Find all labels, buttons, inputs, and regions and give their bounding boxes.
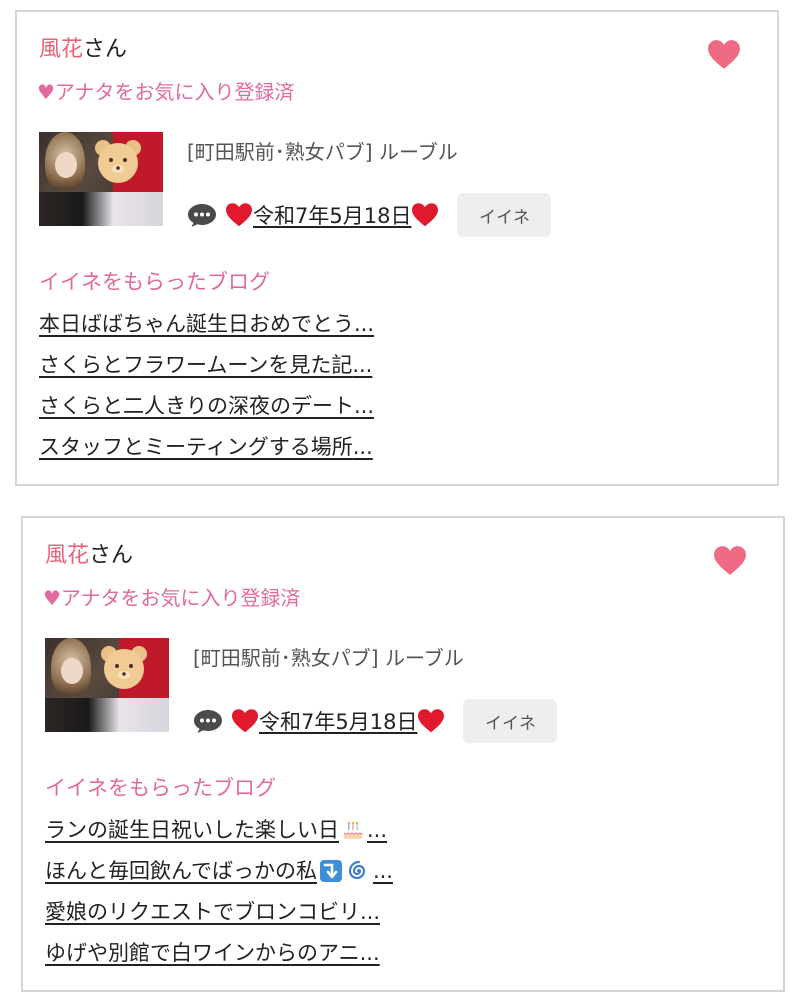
post-title-link[interactable]: 令和7年5月18日 bbox=[225, 200, 439, 230]
user-name-line: 風花さん bbox=[45, 542, 133, 570]
list-item: ランの誕生日祝いした楽しい日... bbox=[45, 816, 393, 857]
blog-link[interactable]: スタッフとミーティングする場所... bbox=[39, 433, 373, 461]
cyclone-icon bbox=[348, 860, 366, 880]
post-title-text: 令和7年5月18日 bbox=[253, 204, 412, 228]
favorite-card: 風花さん ♥アナタをお気に入り登録済 [町田駅前･熟女パブ] ルーブル 令和7年… bbox=[15, 10, 779, 486]
honorific: さん bbox=[83, 37, 128, 62]
blog-link[interactable]: ランの誕生日祝いした楽しい日... bbox=[45, 816, 387, 844]
list-item: 本日ばばちゃん誕生日おめでとう... bbox=[39, 310, 374, 351]
blog-link[interactable]: さくらとフラワームーンを見た記... bbox=[39, 351, 372, 379]
user-name[interactable]: 風花 bbox=[45, 543, 89, 568]
post-row: 令和7年5月18日 イイネ bbox=[193, 699, 558, 743]
list-item: ほんと毎回飲んでばっかの私... bbox=[45, 857, 393, 898]
list-item: さくらとフラワームーンを見た記... bbox=[39, 351, 374, 392]
liked-blog-list: 本日ばばちゃん誕生日おめでとう... さくらとフラワームーンを見た記... さく… bbox=[39, 310, 374, 474]
blog-link[interactable]: ゆげや別館で白ワインからのアニ... bbox=[45, 939, 380, 967]
bear-sticker-icon bbox=[95, 140, 141, 183]
blog-link[interactable]: ほんと毎回飲んでばっかの私... bbox=[45, 857, 393, 885]
honorific: さん bbox=[89, 543, 134, 568]
favorite-status: ♥アナタをお気に入り登録済 bbox=[37, 80, 295, 104]
chat-bubble-icon bbox=[194, 710, 222, 733]
favorite-heart-icon[interactable] bbox=[707, 38, 741, 72]
favorite-card: 風花さん ♥アナタをお気に入り登録済 [町田駅前･熟女パブ] ルーブル 令和7年… bbox=[21, 516, 785, 992]
iine-button[interactable]: イイネ bbox=[463, 699, 558, 743]
favorite-heart-icon[interactable] bbox=[713, 544, 747, 578]
blog-link[interactable]: 愛娘のリクエストでブロンコビリ... bbox=[45, 898, 380, 926]
red-heart-icon bbox=[418, 709, 445, 733]
blog-link[interactable]: 本日ばばちゃん誕生日おめでとう... bbox=[39, 310, 374, 338]
blog-link[interactable]: さくらと二人きりの深夜のデート... bbox=[39, 392, 374, 420]
post-title-link[interactable]: 令和7年5月18日 bbox=[231, 706, 445, 736]
list-item: ゆげや別館で白ワインからのアニ... bbox=[45, 939, 393, 980]
profile-thumbnail[interactable] bbox=[39, 132, 163, 226]
red-heart-icon bbox=[226, 203, 252, 227]
user-name-line: 風花さん bbox=[39, 36, 127, 64]
chat-bubble-icon bbox=[188, 204, 216, 227]
post-row: 令和7年5月18日 イイネ bbox=[187, 193, 552, 237]
profile-thumbnail[interactable] bbox=[45, 638, 169, 732]
liked-blogs-heading: イイネをもらったブログ bbox=[39, 270, 270, 294]
shop-name[interactable]: [町田駅前･熟女パブ] ルーブル bbox=[187, 138, 458, 166]
user-name[interactable]: 風花 bbox=[39, 37, 83, 62]
favorite-status: ♥アナタをお気に入り登録済 bbox=[43, 586, 301, 610]
red-heart-icon bbox=[412, 203, 439, 227]
red-heart-icon bbox=[232, 709, 258, 733]
bear-sticker-icon bbox=[101, 646, 147, 689]
arrow-down-right-icon bbox=[319, 860, 342, 882]
post-title-text: 令和7年5月18日 bbox=[259, 710, 418, 734]
cake-icon bbox=[343, 821, 363, 839]
shop-name[interactable]: [町田駅前･熟女パブ] ルーブル bbox=[193, 644, 464, 672]
liked-blog-list: ランの誕生日祝いした楽しい日... ほんと毎回飲んでばっかの私... 愛娘のリク… bbox=[45, 816, 393, 980]
list-item: 愛娘のリクエストでブロンコビリ... bbox=[45, 898, 393, 939]
list-item: スタッフとミーティングする場所... bbox=[39, 433, 374, 474]
iine-button[interactable]: イイネ bbox=[457, 193, 552, 237]
liked-blogs-heading: イイネをもらったブログ bbox=[45, 776, 276, 800]
list-item: さくらと二人きりの深夜のデート... bbox=[39, 392, 374, 433]
